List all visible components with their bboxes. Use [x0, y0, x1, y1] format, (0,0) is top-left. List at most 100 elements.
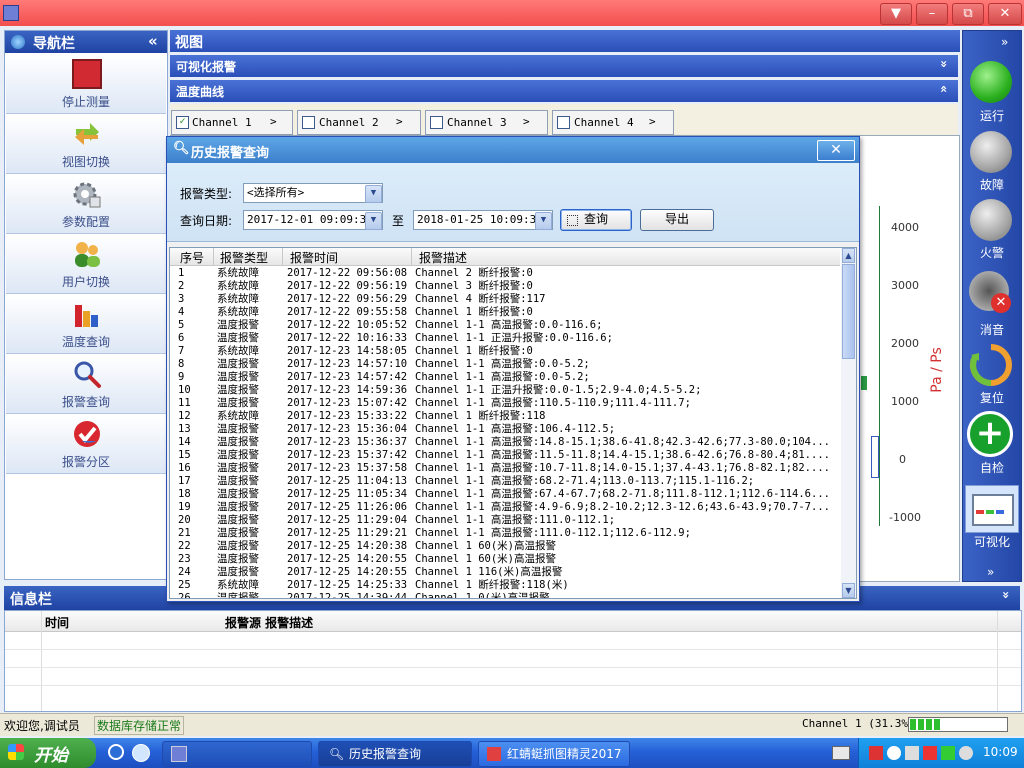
table-cell: 系统故障: [217, 280, 259, 292]
table-row[interactable]: 7 系统故障 2017-12-23 14:58:05 Channel 1 断纤报警:0: [170, 345, 838, 358]
table-row[interactable]: 1 系统故障 2017-12-22 09:56:08 Channel 2 断纤报警:0: [170, 267, 838, 280]
start-button[interactable]: 开始: [0, 738, 96, 768]
table-row[interactable]: 17 温度报警 2017-12-25 11:04:13 Channel 1-1 高温报…: [170, 475, 838, 488]
task-alarm-history[interactable]: 🔍︎ 历史报警查询: [318, 741, 472, 767]
filter-panel: 报警类型: <选择所有> ▼ 查询日期: 2017-12-01 09:09:34…: [167, 163, 859, 242]
scroll-down-icon[interactable]: ▼: [842, 583, 855, 598]
scroll-thumb[interactable]: [842, 264, 855, 359]
visualize-button[interactable]: [965, 485, 1019, 533]
table-cell: Channel 1 断纤报警:118(米): [415, 579, 569, 591]
table-row[interactable]: 12 系统故障 2017-12-23 15:33:22 Channel 1 断纤报警:…: [170, 410, 838, 423]
nav-item-view-switch[interactable]: 视图切换: [6, 115, 166, 174]
query-button[interactable]: 查询: [560, 209, 632, 231]
checkbox[interactable]: [430, 116, 443, 129]
table-row[interactable]: 19 温度报警 2017-12-25 11:26:06 Channel 1-1 高温报…: [170, 501, 838, 514]
nav-title: 导航栏: [33, 36, 75, 52]
nav-item-alarm-zone[interactable]: 报警分区: [6, 415, 166, 474]
expand-bottom-icon[interactable]: »: [987, 565, 994, 579]
table-row[interactable]: 6 温度报警 2017-12-22 10:16:33 Channel 1-1 正温升报…: [170, 332, 838, 345]
table-row[interactable]: 14 温度报警 2017-12-23 15:36:37 Channel 1-1 高温报…: [170, 436, 838, 449]
table-cell: Channel 3 断纤报警:0: [415, 280, 533, 292]
dialog-title-bar[interactable]: 🔍︎ 历史报警查询 ✕: [167, 137, 859, 163]
table-row[interactable]: 23 温度报警 2017-12-25 14:20:55 Channel 1 60(米)…: [170, 553, 838, 566]
ie-icon[interactable]: [108, 744, 124, 760]
table-cell: 2017-12-22 09:56:19: [287, 280, 408, 292]
tab-channel-4[interactable]: Channel 4 >: [552, 110, 674, 135]
expand-top-icon[interactable]: »: [1001, 35, 1008, 49]
close-button[interactable]: ✕: [988, 3, 1022, 25]
nav-item-user-switch[interactable]: 用户切换: [6, 235, 166, 294]
table-row[interactable]: 3 系统故障 2017-12-22 09:56:29 Channel 4 断纤报警:1…: [170, 293, 838, 306]
info-toggle-icon[interactable]: »: [999, 591, 1013, 599]
tray-alert-icon[interactable]: [923, 746, 937, 760]
tray-volume-icon[interactable]: [959, 746, 973, 760]
table-row[interactable]: 8 温度报警 2017-12-23 14:57:10 Channel 1-1 高温报警…: [170, 358, 838, 371]
quicklaunch-icon[interactable]: [132, 744, 150, 762]
table-row[interactable]: 10 温度报警 2017-12-23 14:59:36 Channel 1-1 正温升…: [170, 384, 838, 397]
alarm-type-select[interactable]: <选择所有> ▼: [243, 183, 383, 203]
date-to-picker[interactable]: 2018-01-25 10:09:34 ▼: [413, 210, 553, 230]
table-cell: 20: [178, 514, 191, 526]
nav-item-stop-measure[interactable]: 停止测量: [6, 55, 166, 114]
table-row[interactable]: 18 温度报警 2017-12-25 11:05:34 Channel 1-1 高温报…: [170, 488, 838, 501]
chevron-down-icon[interactable]: ▼: [365, 185, 382, 203]
alarm-type-value: <选择所有>: [247, 186, 305, 199]
table-row[interactable]: 4 系统故障 2017-12-22 09:55:58 Channel 1 断纤报警:0: [170, 306, 838, 319]
table-cell: 温度报警: [217, 592, 259, 598]
keyboard-icon[interactable]: [832, 746, 850, 760]
collapse-icon[interactable]: «: [937, 85, 951, 93]
table-row[interactable]: 9 温度报警 2017-12-23 14:57:42 Channel 1-1 高温报警…: [170, 371, 838, 384]
plus-circle-icon[interactable]: +: [967, 411, 1013, 457]
scroll-up-icon[interactable]: ▲: [842, 248, 855, 263]
table-cell: 17: [178, 475, 191, 487]
nav-item-temp-query[interactable]: 温度查询: [6, 295, 166, 354]
table-row[interactable]: 26 温度报警 2017-12-25 14:39:44 Channel 1 0(米)高…: [170, 592, 838, 598]
task-empty[interactable]: [162, 741, 312, 767]
visual-alarm-section[interactable]: 可视化报警 »: [170, 55, 958, 77]
table-cell: 8: [178, 358, 185, 370]
series-mark: [861, 376, 867, 390]
dropdown-button[interactable]: ▼: [880, 3, 912, 25]
tray-network-icon[interactable]: [905, 746, 919, 760]
table-row[interactable]: 25 系统故障 2017-12-25 14:25:33 Channel 1 断纤报警:…: [170, 579, 838, 592]
table-row[interactable]: 11 温度报警 2017-12-23 15:07:42 Channel 1-1 高温报…: [170, 397, 838, 410]
tray-app-icon[interactable]: [869, 746, 883, 760]
nav-collapse-icon[interactable]: «: [148, 32, 158, 50]
temp-curve-section[interactable]: 温度曲线 «: [170, 80, 958, 102]
checkbox[interactable]: [302, 116, 315, 129]
restore-button[interactable]: ⧉: [952, 3, 984, 25]
table-cell: 18: [178, 488, 191, 500]
nav-item-alarm-query[interactable]: 报警查询: [6, 355, 166, 414]
export-button[interactable]: 导出: [640, 209, 714, 231]
checkbox-checked[interactable]: ✓: [176, 116, 189, 129]
table-row[interactable]: 2 系统故障 2017-12-22 09:56:19 Channel 3 断纤报警:0: [170, 280, 838, 293]
nav-item-param-config[interactable]: 参数配置: [6, 175, 166, 234]
table-row[interactable]: 16 温度报警 2017-12-23 15:37:58 Channel 1-1 高温报…: [170, 462, 838, 475]
minimize-button[interactable]: –: [916, 3, 948, 25]
vertical-scrollbar[interactable]: ▲ ▼: [841, 248, 856, 598]
date-from-picker[interactable]: 2017-12-01 09:09:34 ▼: [243, 210, 383, 230]
checkbox[interactable]: [557, 116, 570, 129]
table-row[interactable]: 5 温度报警 2017-12-22 10:05:52 Channel 1-1 高温报警…: [170, 319, 838, 332]
reset-icon[interactable]: [969, 343, 1013, 387]
mute-speaker-icon[interactable]: ✕: [969, 271, 1013, 315]
dialog-close-button[interactable]: ✕: [817, 140, 855, 161]
table-row[interactable]: 13 温度报警 2017-12-23 15:36:04 Channel 1-1 高温报…: [170, 423, 838, 436]
table-row[interactable]: 20 温度报警 2017-12-25 11:29:04 Channel 1-1 高温报…: [170, 514, 838, 527]
chevron-down-icon[interactable]: ▼: [535, 212, 552, 230]
tab-channel-2[interactable]: Channel 2 >: [297, 110, 421, 135]
tray-plus-icon[interactable]: [941, 746, 955, 760]
table-row[interactable]: 22 温度报警 2017-12-25 14:20:38 Channel 1 60(米)…: [170, 540, 838, 553]
tab-channel-3[interactable]: Channel 3 >: [425, 110, 548, 135]
tab-label: Channel 4: [574, 116, 634, 129]
expand-icon[interactable]: »: [937, 60, 951, 68]
tab-channel-1[interactable]: ✓ Channel 1 >: [171, 110, 293, 135]
tray-minus-icon[interactable]: [887, 746, 901, 760]
chevron-down-icon[interactable]: ▼: [365, 212, 382, 230]
task-screenshot-tool[interactable]: 红蜻蜓抓图精灵2017: [478, 741, 630, 767]
table-row[interactable]: 21 温度报警 2017-12-25 11:29:21 Channel 1-1 高温报…: [170, 527, 838, 540]
table-row[interactable]: 15 温度报警 2017-12-23 15:37:42 Channel 1-1 高温报…: [170, 449, 838, 462]
chevron-right-icon: >: [270, 115, 277, 128]
table-row[interactable]: 24 温度报警 2017-12-25 14:20:55 Channel 1 116(米…: [170, 566, 838, 579]
table-cell: Channel 1-1 高温报警:10.7-11.8;14.0-15.1;37.…: [415, 462, 830, 474]
